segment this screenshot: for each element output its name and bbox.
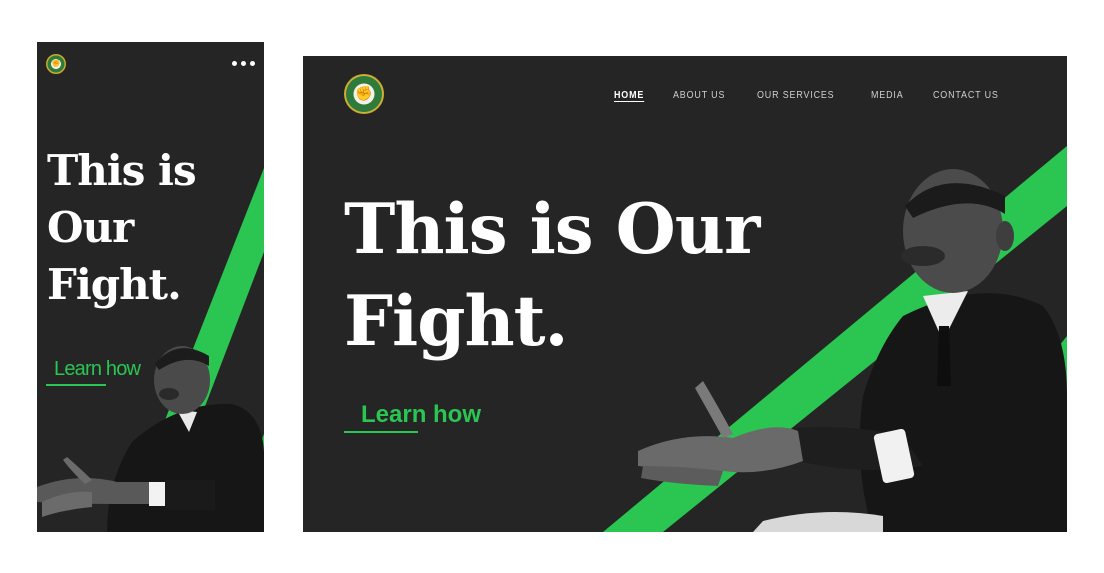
hero-portrait-image [623, 166, 1067, 532]
nav-item-home[interactable]: HOME [614, 89, 644, 101]
desktop-preview: ✊ HOME ABOUT US OUR SERVICES MEDIA CONTA… [303, 56, 1067, 532]
nav-item-our-services[interactable]: OUR SERVICES [757, 89, 834, 101]
logo[interactable]: ✊ [46, 54, 66, 74]
nav-item-media[interactable]: MEDIA [871, 89, 904, 101]
logo[interactable]: ✊ [344, 74, 384, 114]
learn-how-underline [344, 431, 418, 433]
main-navigation: HOME ABOUT US OUR SERVICES MEDIA CONTACT… [614, 89, 1010, 101]
learn-how-link[interactable]: Learn how [361, 401, 481, 429]
nav-item-contact-us[interactable]: CONTACT US [933, 89, 999, 101]
logo-emblem-icon: ✊ [355, 86, 373, 102]
hero-portrait-image [37, 332, 264, 532]
more-horizontal-icon[interactable] [232, 61, 255, 66]
hero-headline: This is Our Fight. [47, 146, 197, 309]
logo-emblem-icon: ✊ [51, 59, 61, 68]
nav-item-about-us[interactable]: ABOUT US [673, 89, 725, 101]
mobile-preview: ✊ This is Our Fight. Learn how [37, 42, 264, 532]
